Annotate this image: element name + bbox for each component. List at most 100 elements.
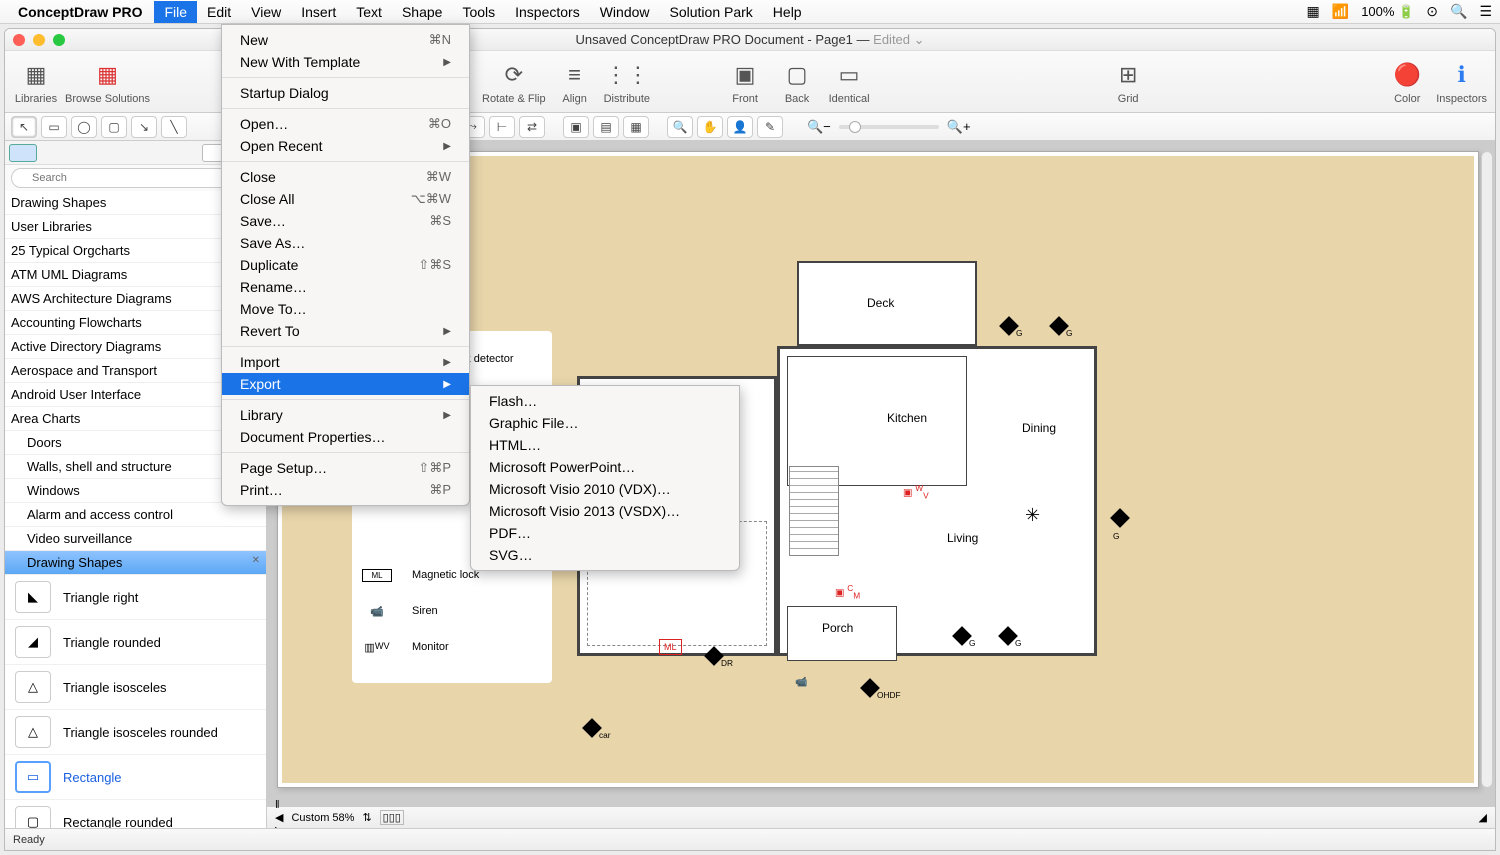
snap2-tool[interactable]: ▤ (593, 116, 619, 138)
menu-close-all[interactable]: Close All⌥⌘W (222, 188, 469, 210)
tb-identical[interactable]: ▭Identical (826, 59, 872, 105)
person-tool[interactable]: 👤 (727, 116, 753, 138)
search-icon[interactable]: 🔍 (1450, 3, 1467, 20)
tb-libraries[interactable]: ▦Libraries (13, 59, 59, 105)
menu-duplicate[interactable]: Duplicate⇧⌘S (222, 254, 469, 276)
menu-library[interactable]: Library▶ (222, 404, 469, 426)
page-prev[interactable]: ◀ (275, 811, 283, 824)
mac-menubar: ConceptDraw PRO File Edit View Insert Te… (0, 0, 1500, 24)
window-title: Unsaved ConceptDraw PRO Document - Page1… (575, 32, 924, 48)
maximize-window-button[interactable] (53, 34, 65, 46)
tb-front[interactable]: ▣Front (722, 59, 768, 105)
room-label: Porch (822, 621, 853, 635)
shape-item-selected[interactable]: ▭Rectangle (5, 755, 266, 800)
menu-move-to[interactable]: Move To… (222, 298, 469, 320)
line-tool[interactable]: ╲ (161, 116, 187, 138)
menu-window[interactable]: Window (590, 1, 660, 23)
menu-open-recent[interactable]: Open Recent▶ (222, 135, 469, 157)
connector-tool[interactable]: ↘ (131, 116, 157, 138)
room-label: Dining (1022, 421, 1056, 435)
page-pause[interactable]: ‖ (275, 799, 283, 811)
menu-startup[interactable]: Startup Dialog (222, 82, 469, 104)
menu-new[interactable]: New⌘N (222, 29, 469, 51)
menu-view[interactable]: View (241, 1, 291, 23)
menu-save[interactable]: Save…⌘S (222, 210, 469, 232)
menu-import[interactable]: Import▶ (222, 351, 469, 373)
tb-inspectors[interactable]: ℹInspectors (1436, 59, 1487, 105)
export-ppt[interactable]: Microsoft PowerPoint… (471, 456, 739, 478)
battery-text: 100% 🔋 (1361, 4, 1414, 20)
menu-list-icon[interactable]: ☰ (1479, 3, 1492, 20)
menu-save-as[interactable]: Save As… (222, 232, 469, 254)
rect-tool[interactable]: ▭ (41, 116, 67, 138)
cursor-tool[interactable]: ↖ (11, 116, 37, 138)
menu-inspectors[interactable]: Inspectors (505, 1, 590, 23)
tb-browse[interactable]: ▦Browse Solutions (65, 59, 150, 105)
snap3-tool[interactable]: ▦ (623, 116, 649, 138)
file-menu-dropdown: New⌘N New With Template▶ Startup Dialog … (221, 24, 470, 506)
menu-export[interactable]: Export▶ (222, 373, 469, 395)
shape-tool[interactable]: ▢ (101, 116, 127, 138)
tb-back[interactable]: ▢Back (774, 59, 820, 105)
menu-file[interactable]: File (154, 1, 197, 23)
pipette-tool[interactable]: ✎ (757, 116, 783, 138)
layout-icon[interactable]: ▦ (1307, 3, 1320, 20)
menu-insert[interactable]: Insert (291, 1, 346, 23)
tb-align[interactable]: ≡Align (552, 59, 598, 105)
ellipse-tool[interactable]: ◯ (71, 116, 97, 138)
menu-rename[interactable]: Rename… (222, 276, 469, 298)
resize-grip-icon[interactable]: ◢ (1479, 811, 1487, 824)
zoom-stepper[interactable]: ⇅ (362, 811, 371, 824)
sync-icon[interactable]: ⊙ (1426, 3, 1438, 20)
shape-item[interactable]: △Triangle isosceles rounded (5, 710, 266, 755)
menu-edit[interactable]: Edit (197, 1, 241, 23)
tb-rotate[interactable]: ⟳Rotate & Flip (482, 59, 546, 105)
shape-item[interactable]: ▢Rectangle rounded (5, 800, 266, 828)
lib-sub[interactable]: Alarm and access control (5, 503, 266, 527)
menu-print[interactable]: Print…⌘P (222, 479, 469, 501)
menu-open[interactable]: Open…⌘O (222, 113, 469, 135)
lib-sub[interactable]: Video surveillance (5, 527, 266, 551)
wifi-icon[interactable]: 📶 (1332, 3, 1349, 20)
export-visio2013[interactable]: Microsoft Visio 2013 (VSDX)… (471, 500, 739, 522)
export-flash[interactable]: Flash… (471, 390, 739, 412)
app-name: ConceptDraw PRO (18, 4, 142, 20)
zoom-slider[interactable] (839, 125, 939, 129)
shape-item[interactable]: ◢Triangle rounded (5, 620, 266, 665)
minimize-window-button[interactable] (33, 34, 45, 46)
close-window-button[interactable] (13, 34, 25, 46)
export-svg[interactable]: SVG… (471, 544, 739, 566)
menu-solution-park[interactable]: Solution Park (660, 1, 763, 23)
menu-revert[interactable]: Revert To▶ (222, 320, 469, 342)
zoom-in-icon[interactable]: 🔍+ (947, 119, 971, 135)
hand-tool[interactable]: ✋ (697, 116, 723, 138)
export-graphic[interactable]: Graphic File… (471, 412, 739, 434)
menu-text[interactable]: Text (346, 1, 392, 23)
menu-close[interactable]: Close⌘W (222, 166, 469, 188)
export-visio2010[interactable]: Microsoft Visio 2010 (VDX)… (471, 478, 739, 500)
tb-distribute[interactable]: ⋮⋮Distribute (604, 59, 650, 105)
shape-item[interactable]: △Triangle isosceles (5, 665, 266, 710)
snap-tool[interactable]: ▣ (563, 116, 589, 138)
menu-help[interactable]: Help (763, 1, 812, 23)
export-html[interactable]: HTML… (471, 434, 739, 456)
status-text: Ready (13, 834, 45, 846)
menu-doc-props[interactable]: Document Properties… (222, 426, 469, 448)
shape-list: ◣Triangle right ◢Triangle rounded △Trian… (5, 575, 266, 828)
lib-sub-selected[interactable]: Drawing Shapes (5, 551, 266, 575)
tree-tool[interactable]: ⊢ (489, 116, 515, 138)
menu-tools[interactable]: Tools (452, 1, 505, 23)
route-tool[interactable]: ⇄ (519, 116, 545, 138)
vertical-scrollbar[interactable] (1481, 151, 1493, 788)
shape-item[interactable]: ◣Triangle right (5, 575, 266, 620)
view-list[interactable] (9, 144, 37, 162)
zoom-tool[interactable]: 🔍 (667, 116, 693, 138)
tb-color[interactable]: 🔴Color (1384, 59, 1430, 105)
menu-new-template[interactable]: New With Template▶ (222, 51, 469, 73)
menu-page-setup[interactable]: Page Setup…⇧⌘P (222, 457, 469, 479)
tb-grid[interactable]: ⊞Grid (1105, 59, 1151, 105)
export-pdf[interactable]: PDF… (471, 522, 739, 544)
room-label: Kitchen (887, 411, 927, 425)
menu-shape[interactable]: Shape (392, 1, 452, 23)
zoom-out-icon[interactable]: 🔍− (807, 119, 831, 135)
